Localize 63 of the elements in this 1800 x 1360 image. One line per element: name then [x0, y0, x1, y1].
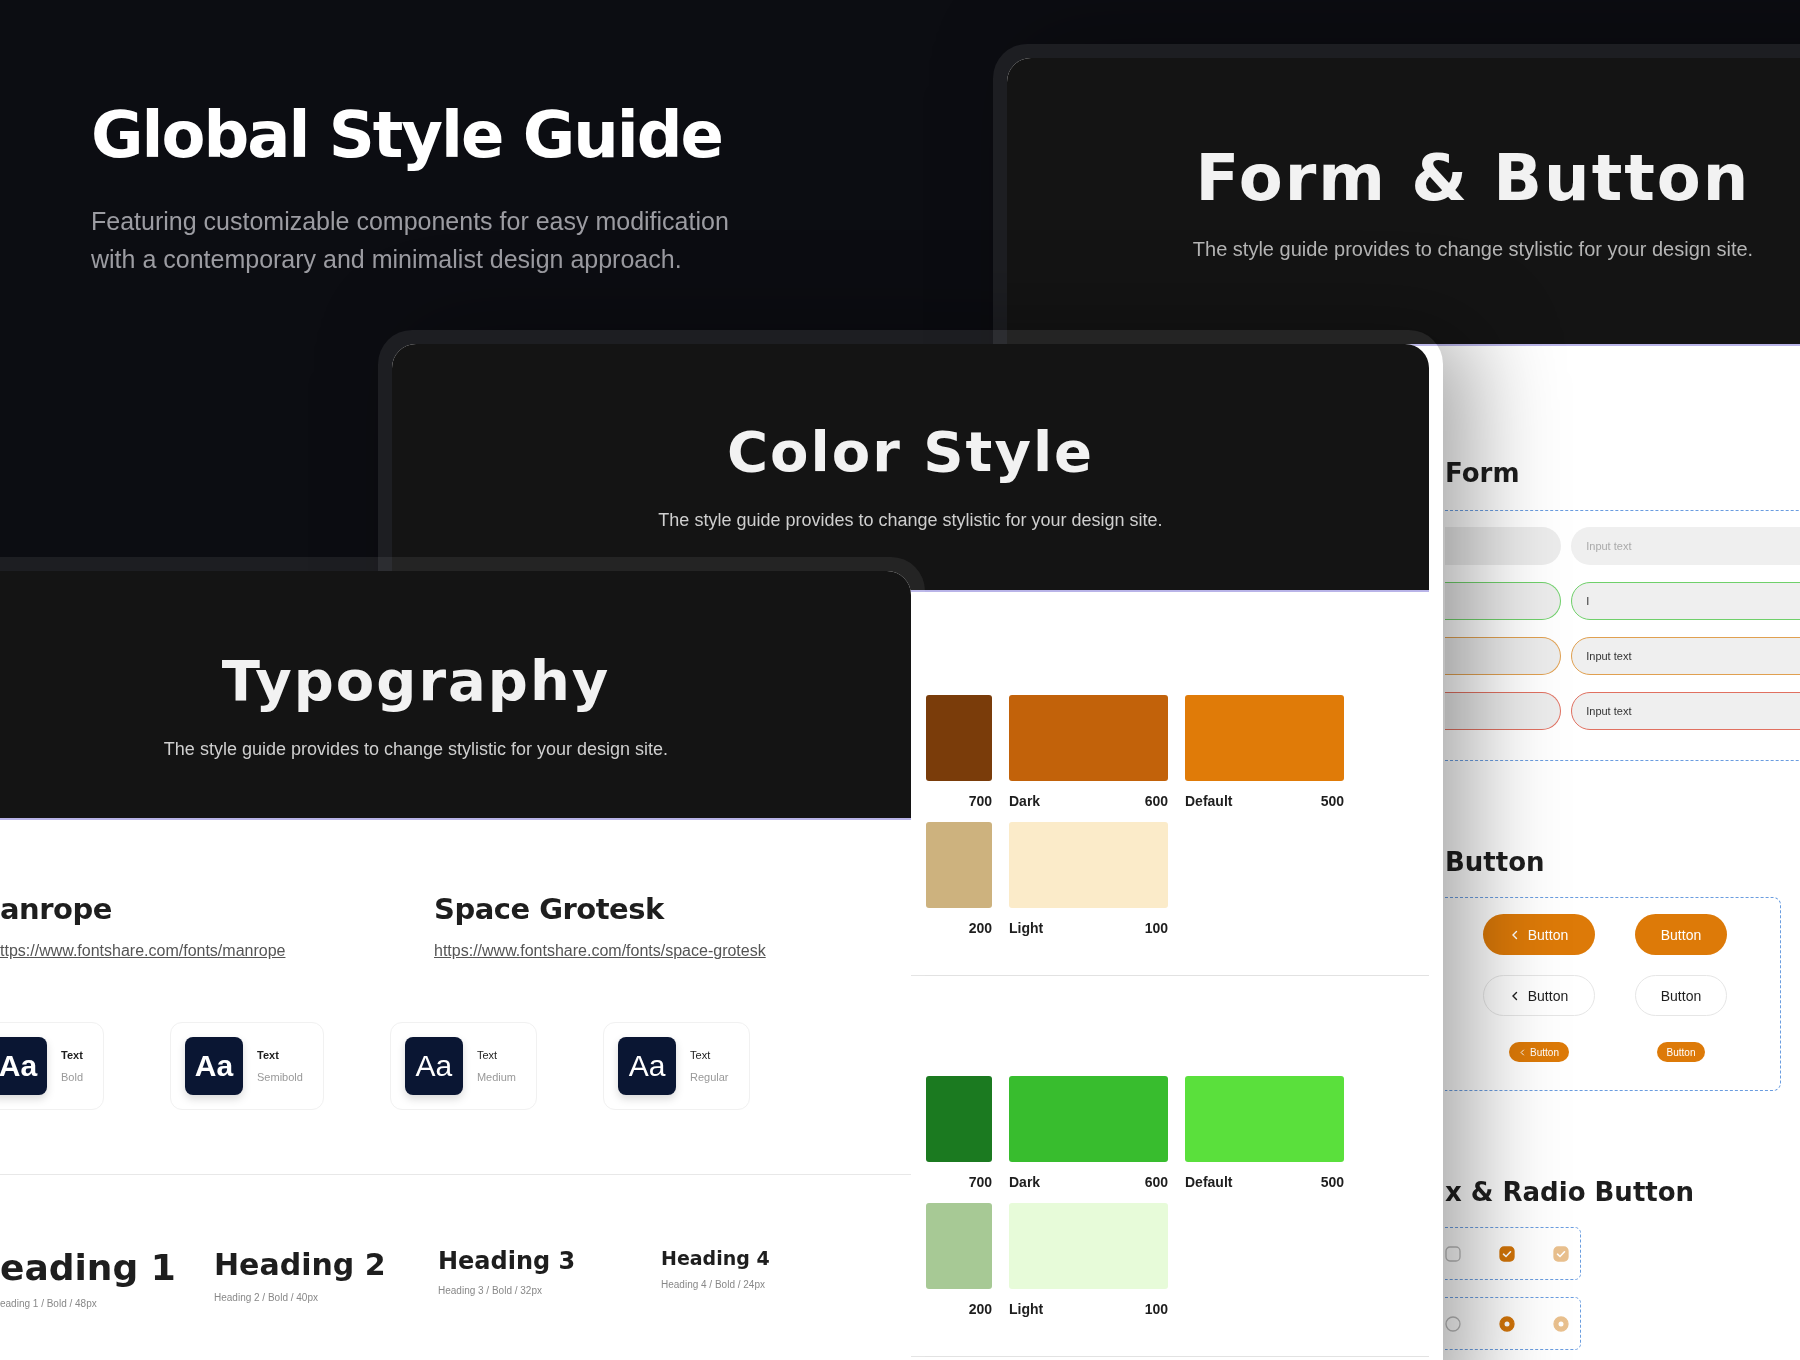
heading-sample: Heading 2 [214, 1247, 387, 1282]
button[interactable]: Button [1483, 975, 1595, 1016]
window-subtitle: The style guide provides to change stylistic for your design site. [658, 510, 1163, 531]
checkbox[interactable] [1499, 1245, 1515, 1262]
sample-label: Text [690, 1049, 712, 1061]
font-sample: Aa [618, 1037, 676, 1095]
radio-button[interactable] [1499, 1315, 1515, 1332]
input-field[interactable]: Input text [1571, 692, 1800, 730]
heading-sample: Heading 3 [438, 1247, 577, 1275]
section-heading: x & Radio Button [1445, 1177, 1696, 1207]
window-subtitle: The style guide provides to change stylistic for your design site. [1192, 238, 1754, 261]
input-field[interactable] [1445, 582, 1562, 620]
font-sample: Aa [0, 1037, 47, 1095]
section-heading: Button [1445, 847, 1546, 877]
swatch-value: 600 [1144, 1174, 1168, 1190]
sample-label: Text [257, 1049, 280, 1061]
input-field[interactable]: Input text [1571, 527, 1800, 565]
swatch-value: 200 [968, 1301, 992, 1317]
heading-spec: eading 1 / Bold / 48px [0, 1298, 98, 1309]
button[interactable]: Button [1635, 975, 1727, 1016]
swatch-name: Dark [1009, 793, 1041, 809]
swatch-name: Light [1009, 1301, 1044, 1317]
weight-name: Medium [476, 1071, 516, 1083]
input-field[interactable] [1445, 637, 1562, 675]
weight-name: Bold [61, 1071, 84, 1083]
input-field[interactable]: Input text [1571, 637, 1800, 675]
font-link[interactable]: https://www.fontshare.com/fonts/space-grotesk [434, 942, 911, 960]
weight-name: Semibold [257, 1071, 303, 1083]
window-subtitle: The style guide provides to change stylistic for your design site. [163, 739, 669, 760]
swatch-value: 700 [968, 793, 992, 809]
swatch-value: 500 [1320, 793, 1344, 809]
input-field[interactable] [1445, 527, 1562, 565]
font-sample: Aa [404, 1037, 463, 1095]
heading-sample: Heading 4 [661, 1247, 771, 1269]
checkbox[interactable] [1445, 1245, 1461, 1262]
sample-label: Text [61, 1049, 84, 1061]
sample-label: Text [476, 1049, 499, 1061]
font-sample: Aa [185, 1037, 244, 1095]
swatch-value: 600 [1144, 793, 1168, 809]
weight-name: Regular [690, 1071, 729, 1083]
heading-spec: Heading 2 / Bold / 40px [214, 1292, 319, 1303]
swatch-name: Default [1185, 793, 1233, 809]
radio-button[interactable] [1445, 1315, 1461, 1332]
heading-spec: Heading 3 / Bold / 32px [438, 1285, 543, 1296]
window-title: Form & Button [1195, 146, 1751, 210]
font-link[interactable]: ttps://www.fontshare.com/fonts/manrope [0, 942, 434, 960]
page-title: Global Style Guide [91, 98, 723, 172]
heading-sample: eading 1 [0, 1247, 177, 1288]
heading-spec: Heading 4 / Bold / 24px [661, 1279, 766, 1290]
section-heading: Form [1445, 458, 1521, 488]
swatch-name: Light [1009, 920, 1044, 936]
swatch-value: 700 [968, 1174, 992, 1190]
page-subtitle: Featuring customizable components for easy modification with a contemporary and minimalist design approach. [91, 206, 730, 275]
swatch-value: 500 [1320, 1174, 1344, 1190]
font-name: anrope [0, 892, 113, 926]
swatch-name: Dark [1009, 1174, 1041, 1190]
swatch-value: 100 [1144, 1301, 1168, 1317]
input-field[interactable] [1445, 692, 1562, 730]
swatch-value: 100 [1144, 920, 1168, 936]
swatch-value: 200 [968, 920, 992, 936]
swatch-name: Default [1185, 1174, 1233, 1190]
font-name: Space Grotesk [434, 892, 666, 926]
input-field[interactable]: I [1571, 582, 1800, 620]
